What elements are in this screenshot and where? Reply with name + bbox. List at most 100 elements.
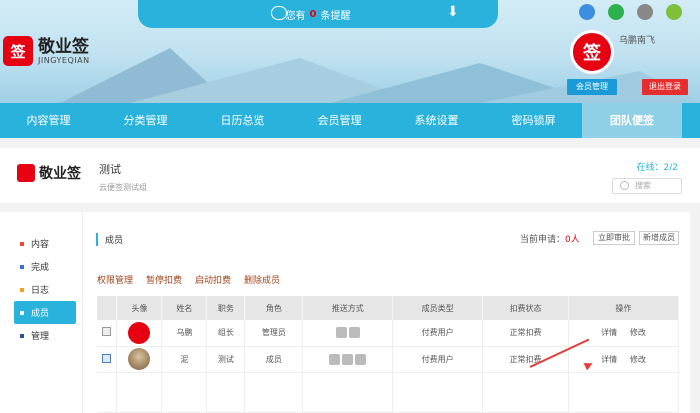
- search-icon: [620, 181, 629, 190]
- add-member-button[interactable]: 新增成员: [639, 231, 679, 245]
- sidebar-item-content[interactable]: 内容: [0, 232, 82, 255]
- logout-button[interactable]: 退出登录: [642, 79, 688, 95]
- table-header: 头像 姓名 职务 角色 推送方式 成员类型 扣费状态 操作: [97, 296, 679, 320]
- team-title: 测试: [99, 163, 121, 176]
- col-check: [97, 296, 118, 320]
- edit-link[interactable]: 修改: [630, 328, 646, 337]
- team-logo-text: 敬业签: [39, 166, 81, 182]
- cell-name: 泥: [161, 346, 208, 373]
- avatar: [128, 321, 151, 344]
- online-count: 在线：2/2: [636, 163, 679, 173]
- member-manage-button[interactable]: 会员管理: [567, 79, 617, 95]
- col-job: 职务: [206, 296, 246, 320]
- push-icon: [329, 353, 341, 365]
- dot-icon: [20, 333, 24, 338]
- push-icon: [355, 353, 367, 365]
- cell-push: [302, 346, 394, 373]
- cell-push: [302, 320, 394, 347]
- cell-name: 乌鹏: [161, 320, 208, 347]
- edit-link[interactable]: 修改: [630, 355, 646, 364]
- sidebar-label: 成员: [31, 309, 50, 319]
- col-name: 姓名: [161, 296, 208, 320]
- cell-status: 正常扣费: [482, 346, 570, 373]
- review-button[interactable]: 立即审批: [593, 231, 635, 245]
- push-icon: [348, 327, 360, 339]
- logo[interactable]: 签 敬业签 JINGYEQIAN: [3, 36, 90, 66]
- col-status: 扣费状态: [482, 296, 570, 320]
- col-role: 角色: [244, 296, 304, 320]
- download-icon[interactable]: ⬇: [447, 4, 459, 20]
- notify-count: 0: [309, 8, 317, 20]
- sidebar-label: 完成: [31, 263, 50, 273]
- main-nav: 内容管理 分类管理 日历总览 会员管理 系统设置 密码锁屏 团队便签: [0, 103, 700, 138]
- push-icon: [335, 327, 347, 339]
- team-logo: 敬业签: [17, 158, 81, 188]
- table-row-empty: [97, 372, 679, 413]
- sidebar-item-manage[interactable]: 管理: [0, 324, 82, 347]
- cell-type: 付费用户: [392, 346, 484, 373]
- pending-label: 当前申请：: [520, 235, 566, 245]
- logo-cn: 敬业签: [38, 36, 89, 57]
- sidebar-item-done[interactable]: 完成: [0, 255, 82, 278]
- cell-type: 付费用户: [392, 320, 484, 347]
- team-panel: 敬业签 测试 云便签测试组 在线：2/2 搜索: [0, 148, 700, 203]
- nav-member[interactable]: 会员管理: [291, 103, 388, 138]
- col-avatar: 头像: [116, 296, 163, 320]
- username: 乌鹏南飞: [619, 36, 656, 46]
- platform-icons: [579, 4, 682, 20]
- row-checkbox[interactable]: [102, 327, 112, 337]
- notify-suffix: 条提醒: [320, 10, 351, 22]
- avatar: [128, 348, 151, 370]
- sidebar-item-members[interactable]: 成员: [14, 301, 76, 324]
- member-table: 头像 姓名 职务 角色 推送方式 成员类型 扣费状态 操作 乌鹏 组长 管理员 …: [97, 296, 679, 413]
- nav-settings[interactable]: 系统设置: [388, 103, 485, 138]
- col-type: 成员类型: [392, 296, 484, 320]
- main-panel: 成员 当前申请：0人 立即审批 新增成员 权限管理 暂停扣费 启动扣费 删除成员…: [82, 212, 690, 413]
- logo-icon: 签: [3, 36, 33, 66]
- nav-content[interactable]: 内容管理: [0, 103, 97, 138]
- cell-role: 管理员: [244, 320, 304, 347]
- nav-calendar[interactable]: 日历总览: [194, 103, 291, 138]
- sidebar-label: 管理: [31, 332, 50, 342]
- android-icon[interactable]: [666, 4, 682, 20]
- dot-icon: [20, 241, 24, 246]
- delete-member-link[interactable]: 删除成员: [244, 273, 280, 286]
- table-row: 乌鹏 组长 管理员 付费用户 正常扣费 详情 修改: [97, 320, 679, 347]
- message-icon: [271, 6, 287, 20]
- detail-link[interactable]: 详情: [601, 355, 617, 364]
- cell-job: 组长: [206, 320, 246, 347]
- dot-icon: [20, 264, 24, 269]
- col-ops: 操作: [568, 296, 679, 320]
- cell-job: 测试: [206, 346, 246, 373]
- nav-team[interactable]: 团队便签: [582, 103, 682, 138]
- apple-icon[interactable]: [637, 4, 653, 20]
- dot-icon: [20, 310, 24, 315]
- team-logo-icon: [17, 164, 35, 182]
- col-push: 推送方式: [302, 296, 394, 320]
- pause-billing-link[interactable]: 暂停扣费: [146, 273, 182, 286]
- notify-prefix: 您有: [285, 10, 306, 22]
- ie-icon[interactable]: [579, 4, 595, 20]
- sidebar: 内容 完成 日志 成员 管理: [0, 212, 82, 413]
- row-checkbox[interactable]: [102, 353, 112, 363]
- notification-bar[interactable]: 您有 0 条提醒 ⬇: [138, 0, 498, 28]
- cell-role: 成员: [244, 346, 304, 373]
- sidebar-item-log[interactable]: 日志: [0, 278, 82, 301]
- pending-count: 0人: [565, 235, 580, 245]
- team-subtitle: 云便签测试组: [99, 183, 147, 192]
- nav-category[interactable]: 分类管理: [97, 103, 194, 138]
- pending-info: 当前申请：0人: [520, 232, 580, 245]
- search-input[interactable]: 搜索: [612, 178, 682, 194]
- cell-status: 正常扣费: [482, 320, 570, 347]
- cell-ops: 详情 修改: [568, 346, 679, 373]
- dot-icon: [20, 287, 24, 292]
- user-avatar[interactable]: 签: [570, 30, 614, 74]
- windows-icon[interactable]: [608, 4, 624, 20]
- push-icon: [342, 353, 354, 365]
- nav-lock[interactable]: 密码锁屏: [485, 103, 582, 138]
- start-billing-link[interactable]: 启动扣费: [195, 273, 231, 286]
- detail-link[interactable]: 详情: [601, 328, 617, 337]
- permission-link[interactable]: 权限管理: [97, 273, 133, 286]
- section-title: 成员: [96, 233, 123, 246]
- logo-en: JINGYEQIAN: [38, 55, 90, 65]
